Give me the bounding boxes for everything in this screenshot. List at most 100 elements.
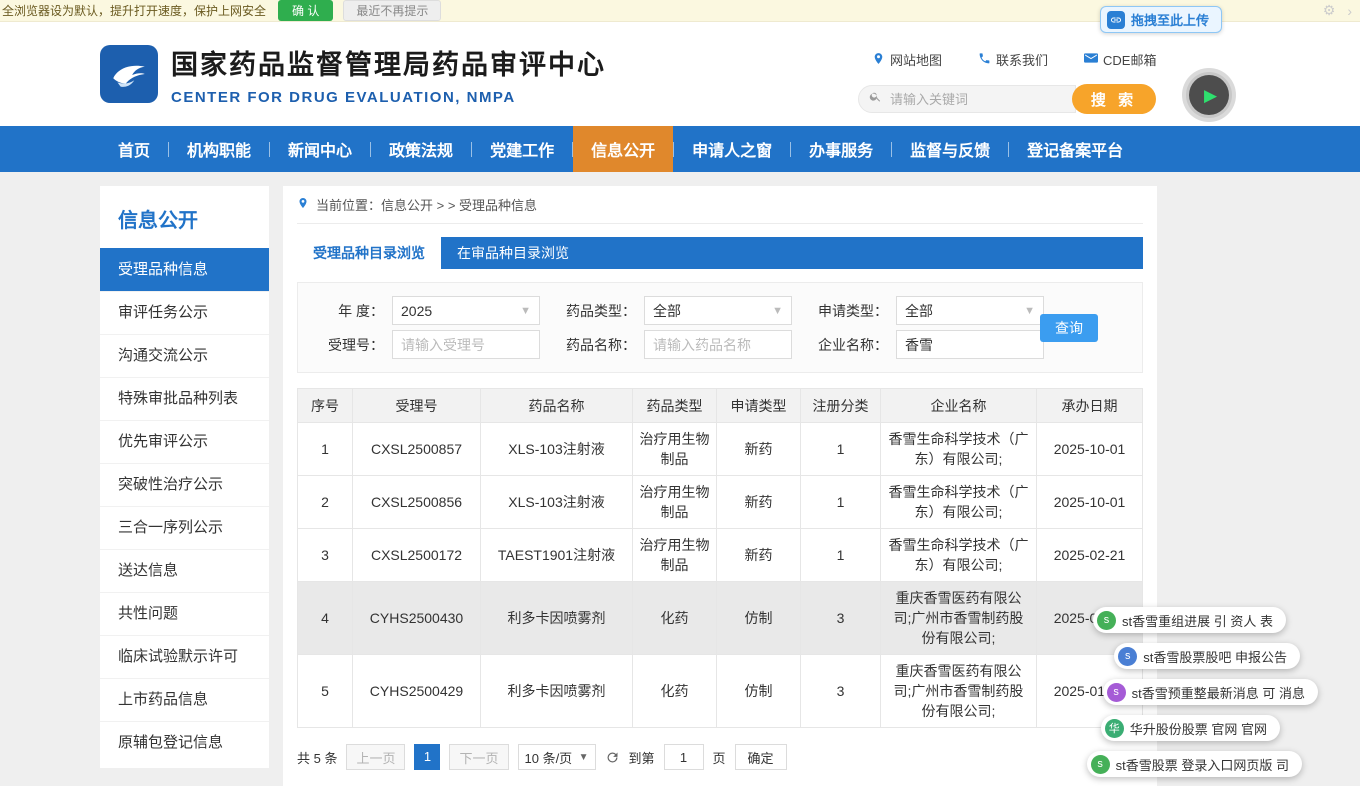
company-label: 企业名称： [816, 335, 888, 355]
tab-under-review-catalog[interactable]: 在审品种目录浏览 [441, 237, 585, 269]
filter-row-2: 受理号： 药品名称： 企业名称： [312, 329, 1128, 360]
cell-date: 2025-10-01 [1037, 423, 1143, 476]
col-apply-type: 申请类型 [717, 389, 801, 423]
upload-label: 拖拽至此上传 [1131, 10, 1209, 29]
chevron-down-icon: ▼ [1024, 305, 1035, 317]
site-title-block: 国家药品监督管理局药品审评中心 CENTER FOR DRUG EVALUATI… [171, 43, 606, 106]
popup-text: st香雪重组进展 引 资人 表 [1122, 611, 1273, 630]
chevron-right-icon[interactable]: › [1347, 3, 1352, 19]
popup-avatar: 华 [1105, 719, 1124, 738]
cell-drug-type: 治疗用生物制品 [633, 423, 717, 476]
sidebar-item-priority-review[interactable]: 优先审评公示 [100, 420, 269, 463]
year-select[interactable]: 2025 ▼ [392, 296, 540, 325]
cell-drug-type: 治疗用生物制品 [633, 476, 717, 529]
filter-drug-name: 药品名称： [564, 330, 792, 359]
nav-item-services[interactable]: 办事服务 [791, 126, 891, 172]
filter-company: 企业名称： [816, 330, 1044, 359]
popup-text: st香雪预重整最新消息 可 消息 [1132, 683, 1305, 702]
news-popup[interactable]: 华 华升股份股票 官网 官网 [1101, 715, 1280, 741]
sidebar-item-accepted-varieties[interactable]: 受理品种信息 [100, 248, 269, 291]
cell-drug-name: 利多卡因喷雾剂 [481, 582, 633, 655]
nav-item-applicant-window[interactable]: 申请人之窗 [674, 126, 790, 172]
floating-play-button[interactable]: ▶ [1186, 72, 1232, 118]
nav-item-news[interactable]: 新闻中心 [270, 126, 370, 172]
cell-index: 2 [298, 476, 353, 529]
link-sitemap[interactable]: 网站地图 [872, 50, 942, 69]
site-title: 国家药品监督管理局药品审评中心 [171, 43, 606, 82]
nav-item-info-disclosure[interactable]: 信息公开 [573, 126, 673, 172]
sidebar-item-review-tasks[interactable]: 审评任务公示 [100, 291, 269, 334]
company-input[interactable] [896, 330, 1044, 359]
popup-avatar: s [1091, 755, 1110, 774]
cell-company: 重庆香雪医药有限公司;广州市香雪制药股份有限公司; [881, 582, 1037, 655]
dismiss-button[interactable]: 最近不再提示 [343, 0, 441, 21]
page-unit-label: 页 [713, 748, 726, 767]
nav-item-registration-platform[interactable]: 登记备案平台 [1009, 126, 1141, 172]
apply-type-label: 申请类型： [816, 301, 888, 321]
cell-date: 2025-10-01 [1037, 476, 1143, 529]
link-contact-label: 联系我们 [996, 50, 1048, 69]
next-page-button[interactable]: 下一页 [449, 744, 508, 770]
sidebar-item-breakthrough-therapy[interactable]: 突破性治疗公示 [100, 463, 269, 506]
link-cde-mail[interactable]: CDE邮箱 [1084, 50, 1156, 69]
year-label: 年 度： [312, 301, 384, 321]
envelope-icon [1084, 52, 1098, 67]
cell-drug-name: XLS-103注射液 [481, 423, 633, 476]
nav-item-home[interactable]: 首页 [100, 126, 168, 172]
sidebar-item-common-issues[interactable]: 共性问题 [100, 592, 269, 635]
cell-company: 香雪生命科学技术（广东）有限公司; [881, 476, 1037, 529]
news-popup[interactable]: s st香雪预重整最新消息 可 消息 [1103, 679, 1318, 705]
notification-bar-actions: ⚙ › [1323, 2, 1360, 19]
apply-type-select[interactable]: 全部 ▼ [896, 296, 1044, 325]
news-popup[interactable]: s st香雪股票股吧 申报公告 [1114, 643, 1300, 669]
main-nav: 首页 机构职能 新闻中心 政策法规 党建工作 信息公开 申请人之窗 办事服务 监… [0, 126, 1360, 172]
tab-accepted-catalog[interactable]: 受理品种目录浏览 [297, 237, 441, 269]
confirm-button[interactable]: 确 认 [278, 0, 333, 21]
search-input[interactable] [888, 91, 1048, 108]
sidebar-item-special-approval[interactable]: 特殊审批品种列表 [100, 377, 269, 420]
page-body: 信息公开 受理品种信息 审评任务公示 沟通交流公示 特殊审批品种列表 优先审评公… [100, 186, 1157, 786]
sidebar-item-raw-material-registration[interactable]: 原辅包登记信息 [100, 721, 269, 764]
search-button[interactable]: 搜 索 [1072, 84, 1156, 114]
link-contact-us[interactable]: 联系我们 [978, 50, 1048, 69]
accept-no-input[interactable] [392, 330, 540, 359]
cell-apply-type: 仿制 [717, 582, 801, 655]
search-icon [869, 90, 882, 108]
nav-item-policies[interactable]: 政策法规 [371, 126, 471, 172]
table-row: 2 CXSL2500856 XLS-103注射液 治疗用生物制品 新药 1 香雪… [298, 476, 1143, 529]
query-button[interactable]: 查询 [1040, 314, 1098, 342]
sidebar-item-delivery-info[interactable]: 送达信息 [100, 549, 269, 592]
prev-page-button[interactable]: 上一页 [346, 744, 405, 770]
page-size-select[interactable]: 10 条/页 ▼ [518, 744, 596, 770]
sidebar-item-clinical-trial-license[interactable]: 临床试验默示许可 [100, 635, 269, 678]
cell-reg-class: 1 [801, 423, 881, 476]
notification-message: 全浏览器设为默认，提升打开速度，保护上网安全 [2, 2, 266, 19]
drug-name-input[interactable] [644, 330, 792, 359]
popup-avatar: s [1097, 611, 1116, 630]
nav-item-functions[interactable]: 机构职能 [169, 126, 269, 172]
news-popup[interactable]: s st香雪股票 登录入口网页版 司 [1087, 751, 1302, 777]
apply-type-value: 全部 [905, 301, 933, 321]
sidebar-item-marketed-drugs[interactable]: 上市药品信息 [100, 678, 269, 721]
sidebar-item-three-in-one[interactable]: 三合一序列公示 [100, 506, 269, 549]
drug-type-select[interactable]: 全部 ▼ [644, 296, 792, 325]
drug-type-value: 全部 [653, 301, 681, 321]
cell-company: 香雪生命科学技术（广东）有限公司; [881, 423, 1037, 476]
cell-drug-name: 利多卡因喷雾剂 [481, 655, 633, 728]
nav-item-supervision-feedback[interactable]: 监督与反馈 [892, 126, 1008, 172]
drug-name-label: 药品名称： [564, 335, 636, 355]
site-subtitle: CENTER FOR DRUG EVALUATION, NMPA [171, 89, 606, 106]
refresh-icon[interactable] [605, 750, 620, 765]
upload-drop-button[interactable]: 拖拽至此上传 [1100, 6, 1222, 33]
gear-icon[interactable]: ⚙ [1323, 2, 1336, 19]
cell-accept-no: CXSL2500856 [353, 476, 481, 529]
cell-index: 5 [298, 655, 353, 728]
nav-item-party-building[interactable]: 党建工作 [472, 126, 572, 172]
goto-confirm-button[interactable]: 确定 [735, 744, 787, 770]
goto-page-input[interactable] [664, 744, 704, 770]
cde-logo [100, 45, 158, 103]
year-value: 2025 [401, 303, 432, 319]
sidebar-item-communication[interactable]: 沟通交流公示 [100, 334, 269, 377]
news-popup[interactable]: s st香雪重组进展 引 资人 表 [1093, 607, 1286, 633]
page-number-current[interactable]: 1 [414, 744, 440, 770]
